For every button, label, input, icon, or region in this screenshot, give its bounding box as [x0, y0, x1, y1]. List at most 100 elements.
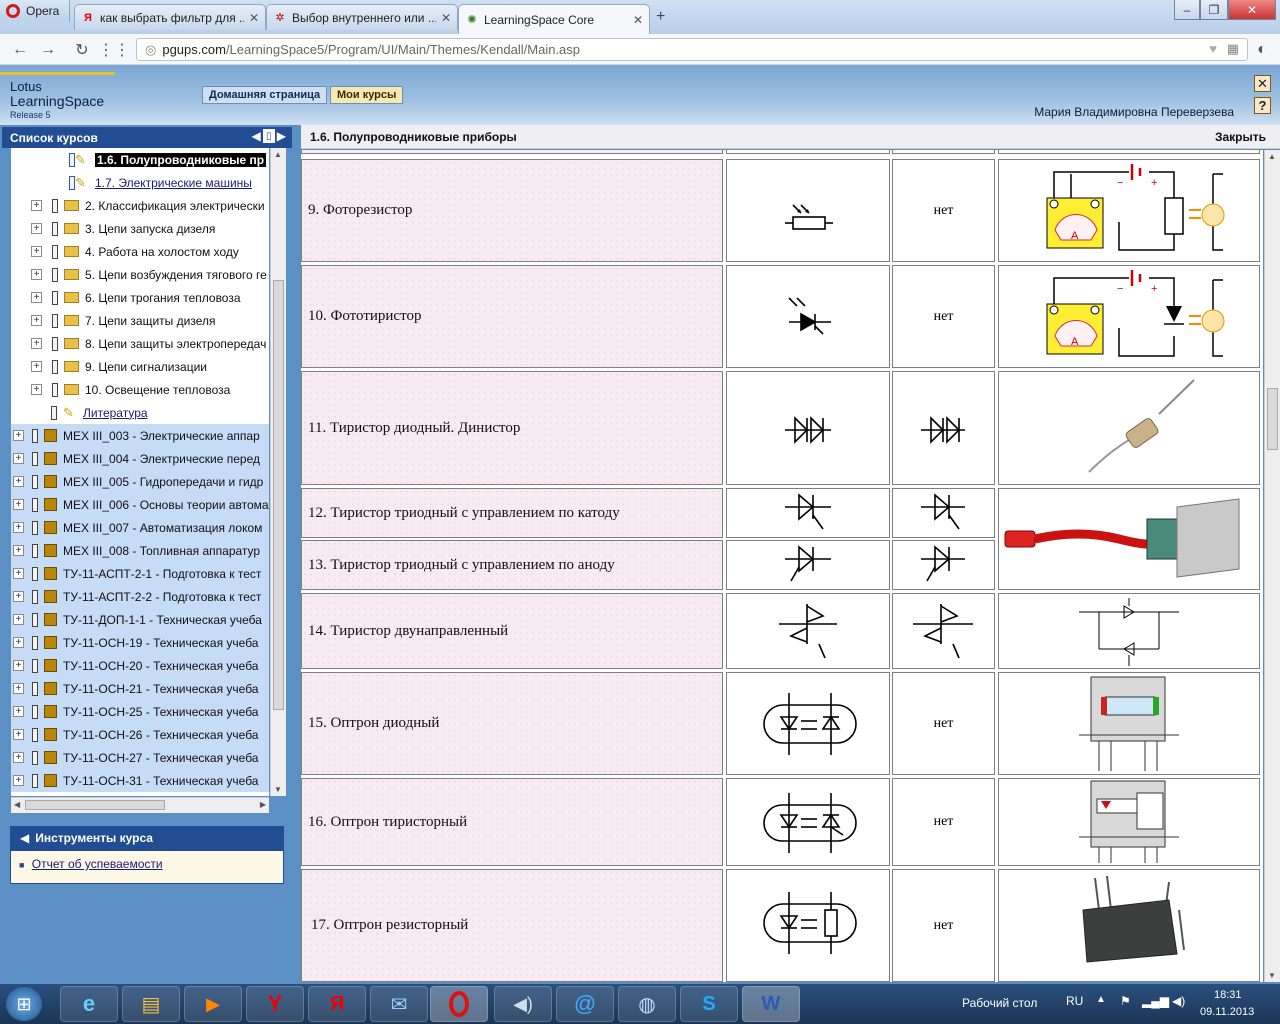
opera-update-icon[interactable]: ◐ [1250, 38, 1274, 62]
expand-icon[interactable]: + [13, 499, 24, 510]
mail-agent-icon[interactable]: @ [556, 986, 614, 1022]
tree-item[interactable]: + ТУ-11-АСПТ-2-2 - Подготовка к тест [11, 585, 269, 608]
clock-date[interactable]: 09.11.2013 [1200, 1006, 1254, 1018]
tab-choice[interactable]: ✲ Выбор внутреннего или ... ✕ [266, 4, 458, 30]
tray-arrow-icon[interactable]: ▲ [1096, 994, 1106, 1005]
expand-icon[interactable]: + [13, 752, 24, 763]
expand-icon[interactable]: + [13, 568, 24, 579]
expand-icon[interactable]: + [13, 453, 24, 464]
desktop-toolbar-label[interactable]: Рабочий стол [962, 996, 1037, 1010]
expand-icon[interactable]: + [31, 361, 42, 372]
close-tab-icon[interactable]: ✕ [441, 11, 451, 25]
progress-report-link[interactable]: Отчет об успеваемости [32, 857, 163, 871]
tree-item[interactable]: + МЕХ III_006 - Основы теории автомa [11, 493, 269, 516]
clock-time[interactable]: 18:31 [1214, 989, 1242, 1001]
nav-home[interactable]: Домашняя страница [202, 86, 328, 104]
expand-icon[interactable]: + [31, 200, 42, 211]
volume-icon[interactable]: ◀) [494, 986, 552, 1022]
tree-item[interactable]: +4. Работа на холостом ходу [11, 240, 269, 263]
close-window-icon[interactable]: ✕ [1228, 0, 1276, 20]
close-tab-icon[interactable]: ✕ [633, 13, 643, 27]
expand-icon[interactable]: + [13, 637, 24, 648]
expand-icon[interactable]: + [13, 591, 24, 602]
panel-toggle-icon[interactable]: ▯ [262, 129, 275, 143]
expand-icon[interactable]: + [13, 522, 24, 533]
tree-item[interactable]: + ТУ-11-ОСН-27 - Техническая учеба [11, 746, 269, 769]
ie-icon[interactable]: e [60, 986, 118, 1022]
expand-icon[interactable]: + [13, 775, 24, 786]
expand-icon[interactable]: + [13, 683, 24, 694]
flag-icon[interactable]: ⚑ [1120, 994, 1131, 1008]
close-tab-icon[interactable]: ✕ [249, 11, 259, 25]
tree-item[interactable]: + МЕХ III_005 - Гидропередачи и гидр [11, 470, 269, 493]
expand-icon[interactable]: + [31, 223, 42, 234]
word-icon[interactable]: W [742, 986, 800, 1022]
tree-item[interactable]: +7. Цепи защиты дизеля [11, 309, 269, 332]
scroll-thumb[interactable] [273, 280, 284, 710]
expand-icon[interactable]: + [13, 614, 24, 625]
opera-taskbar-icon[interactable] [430, 986, 488, 1022]
tree-item[interactable]: + ТУ-11-ОСН-25 - Техническая учеба [11, 700, 269, 723]
tree-item[interactable]: + МЕХ III_003 - Электрические аппар [11, 424, 269, 447]
tree-vertical-scrollbar[interactable]: ▲ ▼ [270, 148, 286, 796]
address-bar[interactable]: ◎ pgups.com/LearningSpace5/Program/UI/Ma… [136, 38, 1248, 61]
tree-item[interactable]: + ТУ-11-ОСН-19 - Техническая учеба [11, 631, 269, 654]
tree-item[interactable]: + МЕХ III_007 - Автоматизация локом [11, 516, 269, 539]
grid-icon[interactable]: ▦ [1227, 41, 1239, 57]
language-indicator[interactable]: RU [1066, 994, 1083, 1008]
tree-item[interactable]: + МЕХ III_008 - Топливная аппаратур [11, 539, 269, 562]
expand-icon[interactable]: + [13, 706, 24, 717]
tree-item[interactable]: + ТУ-11-ОСН-26 - Техническая учеба [11, 723, 269, 746]
tree-item[interactable]: ✎ 1.7. Электрические машины [11, 171, 269, 194]
close-content-button[interactable]: Закрыть [1215, 130, 1266, 144]
expand-icon[interactable]: + [13, 729, 24, 740]
help-icon[interactable]: ? [1254, 97, 1271, 114]
tree-item[interactable]: ✎ Литература [11, 401, 269, 424]
media-player-icon[interactable]: ▶ [184, 986, 242, 1022]
expand-icon[interactable]: + [31, 384, 42, 395]
collapse-left-icon[interactable]: ◀ [252, 129, 261, 143]
expand-icon[interactable]: + [31, 338, 42, 349]
tree-item[interactable]: + МЕХ III_004 - Электрические перед [11, 447, 269, 470]
expand-icon[interactable]: + [13, 430, 24, 441]
expand-icon[interactable]: + [13, 476, 24, 487]
expand-icon[interactable]: + [13, 545, 24, 556]
speaker-icon[interactable]: ◀) [1172, 994, 1185, 1008]
expand-icon[interactable]: + [31, 246, 42, 257]
expand-icon[interactable]: + [13, 660, 24, 671]
content-vertical-scrollbar[interactable]: ▲ ▼ [1264, 150, 1280, 982]
network-icon[interactable]: ▂▄▆ [1142, 994, 1169, 1008]
yandex-browser-icon[interactable]: Y [246, 986, 304, 1022]
tree-item[interactable]: + ТУ-11-ДОП-1-1 - Техническая учеба [11, 608, 269, 631]
tree-item[interactable]: + ТУ-11-АСПТ-2-1 - Подготовка к тест [11, 562, 269, 585]
close-app-icon[interactable]: ✕ [1254, 75, 1271, 92]
tree-item[interactable]: +5. Цепи возбуждения тягового ге [11, 263, 269, 286]
new-tab-icon[interactable]: + [656, 8, 665, 26]
tree-item[interactable]: +8. Цепи защиты электропередач [11, 332, 269, 355]
tree-item[interactable]: + ТУ-11-ОСН-31 - Техническая учеба [11, 769, 269, 792]
expand-right-icon[interactable]: ▶ [277, 129, 286, 143]
forward-icon[interactable]: → [36, 38, 60, 62]
tree-item[interactable]: +6. Цепи трогания тепловоза [11, 286, 269, 309]
skype-icon[interactable]: S [680, 986, 738, 1022]
download-icon[interactable]: ◍ [618, 986, 676, 1022]
mail-icon[interactable]: ✉ [370, 986, 428, 1022]
speed-dial-icon[interactable]: ⋮⋮ [98, 38, 130, 62]
tree-item[interactable]: + ТУ-11-ОСН-21 - Техническая учеба [11, 677, 269, 700]
scroll-thumb[interactable] [1267, 388, 1278, 450]
tab-learningspace[interactable]: ✺ LearningSpace Core ✕ [458, 4, 650, 34]
nav-my-courses[interactable]: Мои курсы [330, 86, 404, 104]
expand-icon[interactable]: + [31, 269, 42, 280]
yandex-icon[interactable]: Я [308, 986, 366, 1022]
reload-icon[interactable]: ↻ [70, 38, 94, 62]
tree-item[interactable]: +2. Классификация электрически [11, 194, 269, 217]
bookmark-icon[interactable]: ♥ [1209, 41, 1217, 56]
back-icon[interactable]: ← [8, 38, 32, 62]
explorer-icon[interactable]: ▤ [122, 986, 180, 1022]
tree-item[interactable]: + ТУ-11-ОСН-20 - Техническая учеба [11, 654, 269, 677]
scroll-thumb[interactable] [25, 800, 165, 810]
start-button-icon[interactable]: ⊞ [6, 987, 42, 1021]
expand-icon[interactable]: + [31, 315, 42, 326]
chevron-left-icon[interactable]: ◀ [20, 831, 29, 845]
tree-item[interactable]: +10. Освещение тепловоза [11, 378, 269, 401]
